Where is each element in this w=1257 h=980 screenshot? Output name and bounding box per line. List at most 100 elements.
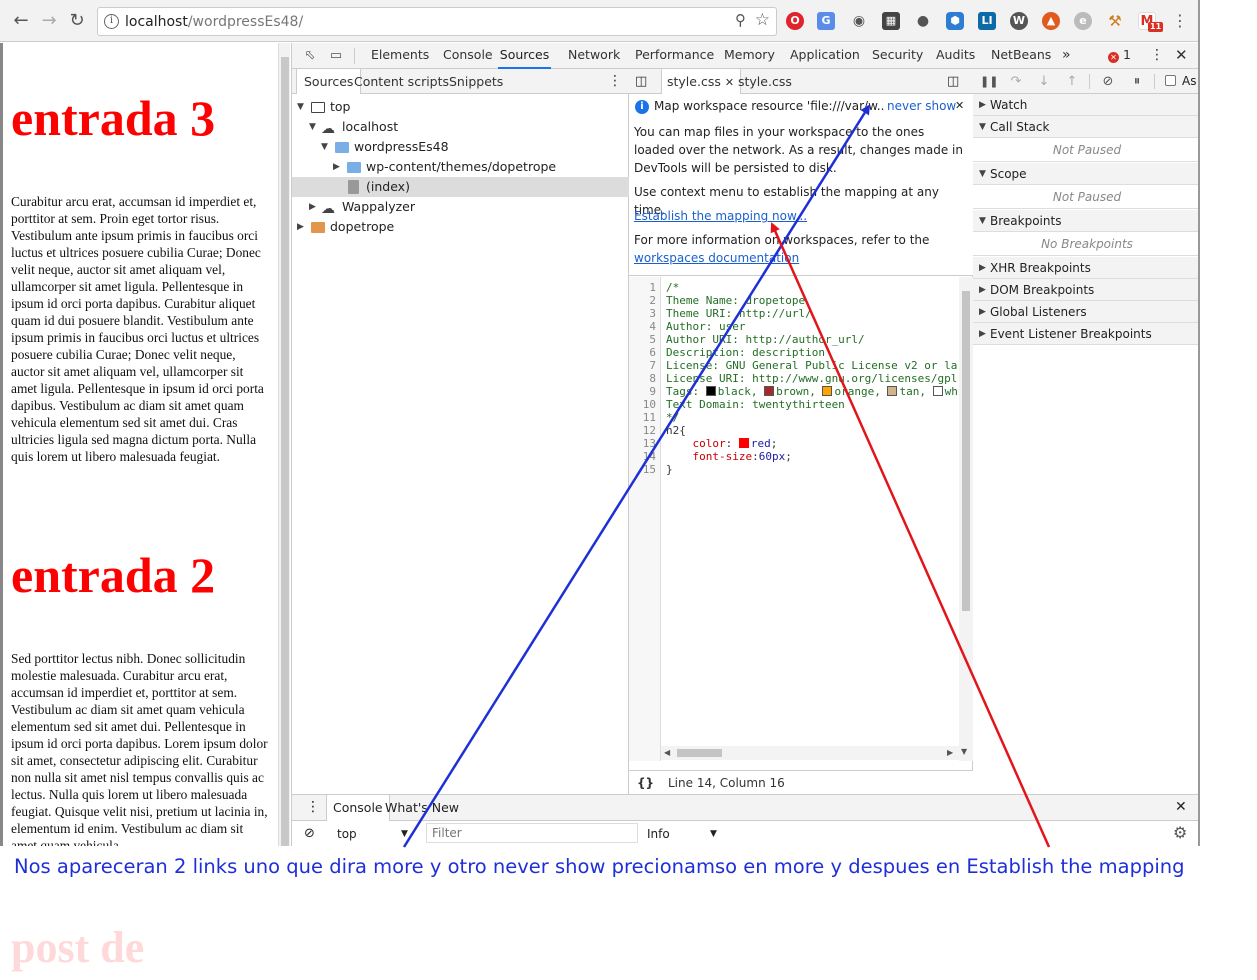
async-checkbox[interactable] [1165,75,1176,86]
step-over-icon[interactable]: ↷ [1007,73,1025,91]
tab-netbeans[interactable]: NetBeans [991,43,1051,69]
scroll-down-icon[interactable]: ▼ [961,747,967,756]
opera-extension-icon[interactable]: O [786,12,804,30]
color-swatch[interactable] [738,438,749,448]
reload-icon[interactable]: ↻ [65,9,89,33]
workspaces-docs-link[interactable]: workspaces documentation [634,251,799,265]
zoom-icon[interactable]: ⚲ [735,11,746,29]
more-tabs-icon[interactable]: » [1062,43,1071,69]
tab-console[interactable]: Console [443,43,493,69]
pretty-print-icon[interactable]: {} [637,771,654,795]
tab-content-scripts[interactable]: Content scripts [354,69,449,94]
tree-item-top[interactable]: ▼ top [292,97,629,117]
film-extension-icon[interactable]: ▦ [882,12,900,30]
tab-application[interactable]: Application [790,43,860,69]
drawer-menu-icon[interactable]: ⋮ [306,799,320,815]
section-breakpoints[interactable]: ▼ Breakpoints [973,210,1198,232]
section-global-listeners[interactable]: ▶ Global Listeners [973,301,1198,323]
close-infobar-icon[interactable]: ✕ [955,97,967,115]
establish-mapping-link[interactable]: Establish the mapping now... [634,209,807,223]
info-icon[interactable]: i [104,14,119,29]
scrollbar-thumb[interactable] [677,749,722,757]
pause-icon[interactable]: ❚❚ [980,73,998,91]
tab-navigator-sources[interactable]: Sources [296,69,362,94]
step-into-icon[interactable]: ↓ [1035,73,1053,91]
tree-item-wappalyzer[interactable]: ▶ ☁ Wappalyzer [292,197,629,217]
code-area[interactable]: 1 2 3 4 5 6 7 8 9 10 11 12 13 14 15 /* Theme Name: dro… [629,277,959,761]
tree-item-dopetrope[interactable]: ▶ dopetrope [292,217,629,237]
section-label: Call Stack [990,120,1050,134]
menu-dots-icon[interactable]: ⋮ [1168,9,1192,33]
tree-item-theme-folder[interactable]: ▶ wp-content/themes/dopetrope [292,157,629,177]
section-xhr-breakpoints[interactable]: ▶ XHR Breakpoints [973,257,1198,279]
section-call-stack[interactable]: ▼ Call Stack [973,116,1198,138]
error-counter[interactable]: ✕ 1 [1108,43,1131,69]
pause-exceptions-icon[interactable]: ⏸ [1128,73,1146,91]
gmail-icon[interactable]: M 11 [1138,12,1164,32]
context-selector[interactable]: top ▼ [328,824,414,844]
close-tab-icon[interactable]: ✕ [725,76,734,89]
share-extension-icon[interactable]: ● [914,12,932,30]
audio-extension-icon[interactable]: ◉ [850,12,868,30]
deactivate-breakpoints-icon[interactable]: ⊘ [1099,73,1117,91]
step-out-icon[interactable]: ↑ [1063,73,1081,91]
tab-security[interactable]: Security [872,43,923,69]
section-event-listener-breakpoints[interactable]: ▶ Event Listener Breakpoints [973,323,1198,345]
scrollbar-thumb[interactable] [962,291,970,611]
section-scope[interactable]: ▼ Scope [973,163,1198,185]
color-swatch[interactable] [822,386,833,396]
section-watch[interactable]: ▶ Watch [973,94,1198,116]
editor-vertical-scrollbar[interactable]: ▼ [959,277,973,761]
page-scrollbar[interactable] [278,43,290,846]
tab-memory[interactable]: Memory [724,43,775,69]
console-filter-input[interactable] [426,823,638,843]
never-show-link[interactable]: never show [887,97,957,115]
cube-extension-icon[interactable]: ⬢ [946,12,964,30]
drawer-tab-console[interactable]: Console [326,795,390,821]
tree-item-index[interactable]: (index) [292,177,629,197]
editor-tab-style-css-active[interactable]: style.css ✕ [661,69,742,94]
tab-elements[interactable]: Elements [371,43,429,69]
tab-performance[interactable]: Performance [635,43,714,69]
toggle-navigator-icon[interactable]: ◫ [635,69,647,94]
navigator-menu-icon[interactable]: ⋮ [608,69,622,94]
tab-audits[interactable]: Audits [936,43,975,69]
fire-extension-icon[interactable]: ▲ [1042,12,1060,30]
tab-snippets[interactable]: Snippets [449,69,503,94]
toggle-debugger-icon[interactable]: ◫ [947,69,959,94]
li-extension-icon[interactable]: LI [978,12,996,30]
page-scrollbar-thumb[interactable] [281,57,289,846]
section-dom-breakpoints[interactable]: ▶ DOM Breakpoints [973,279,1198,301]
editor-tab-style-css[interactable]: style.css [738,69,792,94]
e-extension-icon[interactable]: e [1074,12,1092,30]
scroll-right-icon[interactable]: ▶ [947,748,953,757]
code-text: wh [944,385,958,398]
forward-icon[interactable]: → [37,9,61,33]
color-swatch[interactable] [887,386,898,396]
clear-console-icon[interactable]: ⊘ [304,826,315,841]
wordpress-extension-icon[interactable]: W [1010,12,1028,30]
log-level-selector[interactable]: Info ▼ [647,824,727,844]
scroll-left-icon[interactable]: ◀ [664,748,670,757]
close-devtools-icon[interactable]: ✕ [1175,43,1188,69]
address-bar[interactable]: i localhost/wordpressEs48/ ⚲ ☆ [97,7,777,36]
close-drawer-icon[interactable]: ✕ [1175,799,1187,815]
back-icon[interactable]: ← [9,9,33,33]
inspect-element-icon[interactable]: ⬁ [301,47,319,65]
tab-sources[interactable]: Sources [498,43,551,69]
drawer-tab-whats-new[interactable]: What's New [385,795,459,821]
color-swatch[interactable] [764,386,775,396]
hammer-extension-icon[interactable]: ⚒ [1106,12,1124,30]
console-settings-gear-icon[interactable]: ⚙ [1173,823,1187,842]
color-swatch[interactable] [705,386,716,396]
translate-extension-icon[interactable]: G [817,12,835,30]
bookmark-star-icon[interactable]: ☆ [755,10,770,30]
tab-network[interactable]: Network [568,43,620,69]
tree-item-wordpresses48[interactable]: ▼ wordpressEs48 [292,137,629,157]
device-toolbar-icon[interactable]: ▭ [327,47,345,65]
devtools-menu-icon[interactable]: ⋮ [1150,43,1164,69]
editor-horizontal-scrollbar[interactable]: ◀ ▶ [661,746,959,760]
expanded-arrow-icon: ▼ [297,102,304,112]
tree-item-localhost[interactable]: ▼ ☁ localhost [292,117,629,137]
color-swatch[interactable] [932,386,943,396]
